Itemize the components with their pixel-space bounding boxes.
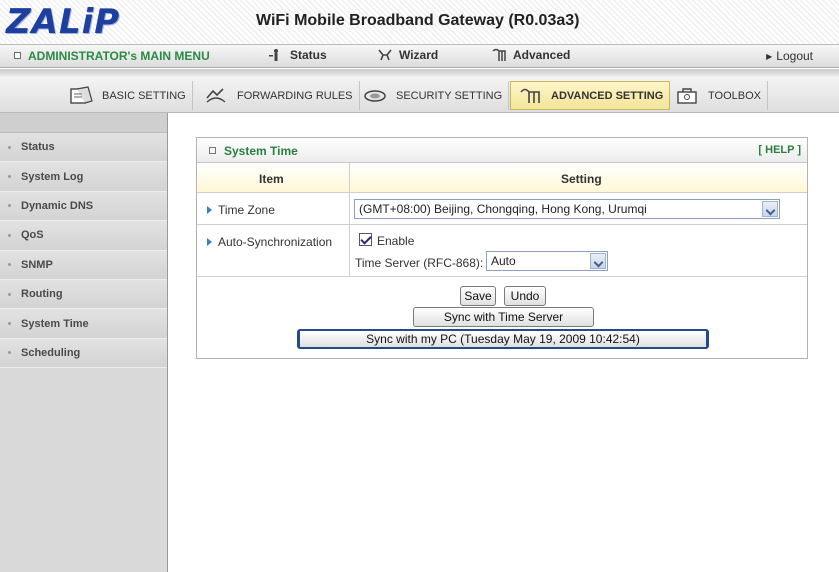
sidebar-item-label: Scheduling [21,346,81,359]
sidebar-item-routing[interactable]: Routing [0,279,167,310]
menu-wizard[interactable]: Wizard [377,48,438,62]
enable-checkbox[interactable] [359,233,372,246]
bullet-icon [8,175,11,179]
arrow-right-icon: ▶ [766,52,773,61]
menu-divider-stripe [0,69,839,77]
security-setting-icon [364,89,386,102]
table-header-row: Item Setting [197,163,807,193]
time-server-label: Time Server (RFC-868): [355,256,484,270]
triangle-bullet-icon [207,238,212,246]
square-bullet-icon [209,147,216,154]
system-time-panel: System Time [ HELP ] Item Setting Time Z… [196,137,808,359]
bullet-icon [8,145,11,149]
sidebar-item-system-time[interactable]: System Time [0,309,167,339]
menu-status-label: Status [290,48,327,62]
triangle-bullet-icon [207,206,212,214]
panel-title-text: System Time [224,144,298,158]
tab-forwarding-rules[interactable]: FORWARDING RULES [197,81,360,110]
chevron-down-icon[interactable] [762,201,778,217]
admin-main-menu-text: ADMINISTRATOR's MAIN MENU [28,49,210,63]
forwarding-rules-icon [206,87,226,103]
bullet-icon [8,292,11,296]
column-header-setting: Setting [561,172,602,186]
status-person-icon [269,49,278,61]
sync-with-pc-button[interactable]: Sync with my PC (Tuesday May 19, 2009 10… [297,329,709,349]
auto-sync-label: Auto-Synchronization [207,235,332,249]
toolbox-icon [677,87,697,104]
chevron-down-icon[interactable] [590,253,606,269]
time-server-select[interactable]: Auto [486,251,608,271]
sync-time-server-button[interactable]: Sync with Time Server [413,307,594,327]
tab-advanced-setting-label: ADVANCED SETTING [551,89,664,102]
logout-link[interactable]: ▶ Logout [766,49,813,63]
app-title: WiFi Mobile Broadband Gateway (R0.03a3) [256,12,580,29]
panel-title: System Time [209,144,298,158]
column-header-item: Item [259,172,284,186]
auto-sync-label-text: Auto-Synchronization [218,235,333,249]
sidebar-item-label: Dynamic DNS [21,199,94,212]
wizard-icon [378,49,392,61]
tab-toolbox[interactable]: TOOLBOX [668,81,768,110]
sidebar-item-label: System Time [21,317,89,330]
sidebar-item-system-log[interactable]: System Log [0,162,167,192]
sidebar-item-label: Routing [21,288,63,301]
undo-button[interactable]: Undo [504,286,546,306]
time-zone-label: Time Zone [207,203,275,217]
sidebar-item-label: Status [21,141,55,154]
main-menu-bar: ADMINISTRATOR's MAIN MENU Status Wizard … [0,44,839,68]
sidebar-item-label: QoS [21,229,44,242]
menu-status[interactable]: Status [268,48,327,62]
tab-basic-setting-label: BASIC SETTING [102,89,186,102]
sidebar: Status System Log Dynamic DNS QoS SNMP R… [0,113,168,572]
time-zone-label-text: Time Zone [218,203,275,217]
save-button[interactable]: Save [460,286,496,306]
table-row-time-zone: Time Zone (GMT+08:00) Beijing, Chongqing… [197,193,807,225]
advanced-icon [492,48,506,61]
time-server-select-value: Auto [491,254,516,268]
bullet-icon [8,233,11,237]
logout-label: Logout [776,49,813,63]
sidebar-item-dynamic-dns[interactable]: Dynamic DNS [0,191,167,222]
help-link[interactable]: [ HELP ] [758,144,801,156]
admin-main-menu-label: ADMINISTRATOR's MAIN MENU [14,49,210,63]
brand-logo: ZALiP [6,2,121,42]
table-row-auto-sync: Auto-Synchronization Enable Time Server … [197,225,807,277]
top-header: ZALiP WiFi Mobile Broadband Gateway (R0.… [0,0,839,44]
tab-security-setting[interactable]: SECURITY SETTING [356,81,510,110]
sidebar-top-spacer [0,113,167,133]
sidebar-item-status[interactable]: Status [0,133,167,163]
tab-basic-setting[interactable]: BASIC SETTING [62,81,193,110]
sidebar-item-scheduling[interactable]: Scheduling [0,338,167,369]
tab-forwarding-rules-label: FORWARDING RULES [237,89,353,102]
bullet-icon [8,263,11,267]
time-zone-select[interactable]: (GMT+08:00) Beijing, Chongqing, Hong Kon… [354,199,780,219]
basic-setting-icon [70,85,93,104]
sidebar-item-snmp[interactable]: SNMP [0,250,167,280]
menu-advanced-label: Advanced [513,48,571,62]
tab-bar: BASIC SETTING FORWARDING RULES SECURITY … [0,77,839,113]
time-zone-select-value: (GMT+08:00) Beijing, Chongqing, Hong Kon… [359,202,647,216]
advanced-setting-icon [520,88,540,103]
sidebar-item-qos[interactable]: QoS [0,221,167,251]
bullet-icon [8,351,11,355]
enable-label: Enable [377,234,415,248]
tab-advanced-setting[interactable]: ADVANCED SETTING [510,81,671,110]
row-label-cell [197,225,350,276]
sidebar-item-label: System Log [21,170,84,183]
bullet-icon [8,204,11,208]
bullet-icon [8,322,11,326]
menu-wizard-label: Wizard [399,48,439,62]
panel-header: System Time [ HELP ] [197,138,807,163]
tab-toolbox-label: TOOLBOX [708,89,761,102]
square-bullet-icon [14,52,21,59]
menu-advanced[interactable]: Advanced [491,48,570,62]
sidebar-item-label: SNMP [21,258,53,271]
tab-security-setting-label: SECURITY SETTING [396,89,503,102]
